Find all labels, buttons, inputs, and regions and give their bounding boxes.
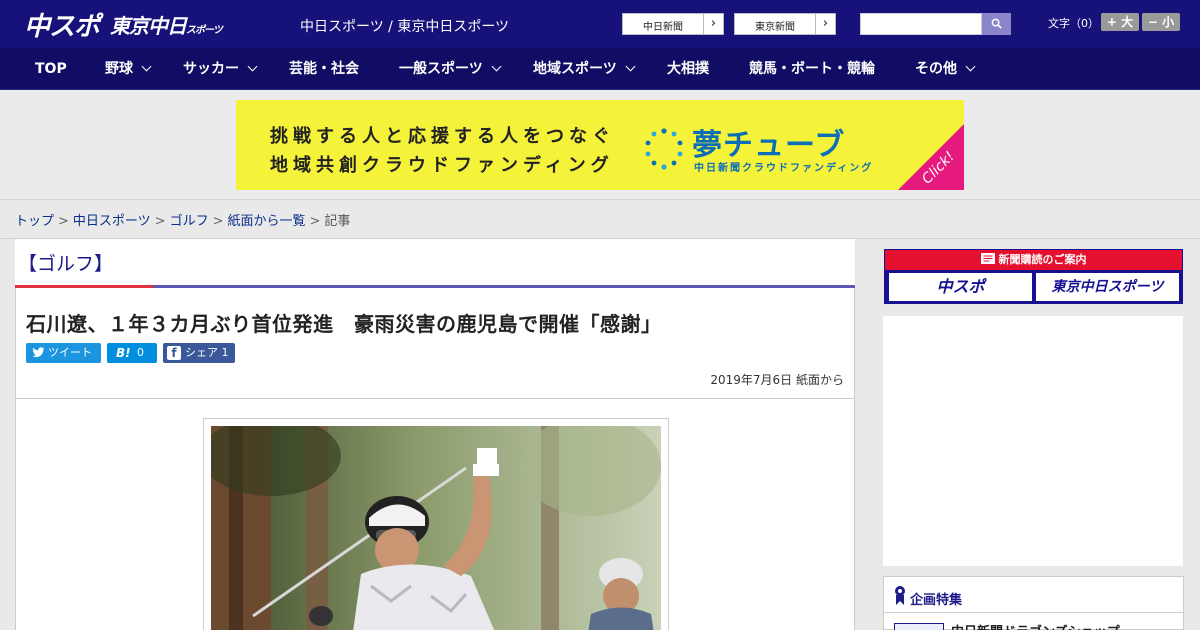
- nav-item-top[interactable]: TOP: [35, 48, 67, 90]
- feature-item-dragons-shop[interactable]: 中日新聞ドラゴンズショップ: [951, 621, 1120, 630]
- facebook-share-label: シェア 1: [185, 343, 229, 363]
- nav-label: その他: [915, 61, 957, 77]
- feature-thumbnail[interactable]: [894, 623, 944, 630]
- tweet-button[interactable]: ツイート: [26, 343, 101, 363]
- nav-label: 野球: [105, 61, 133, 77]
- facebook-share-count: 1: [221, 346, 229, 359]
- font-bigger-button[interactable]: + 大: [1101, 13, 1139, 31]
- breadcrumb-separator: >: [58, 214, 69, 229]
- chuspo-logo[interactable]: 中スポ: [24, 6, 100, 43]
- facebook-share-button[interactable]: f シェア 1: [163, 343, 235, 363]
- category-title: 【ゴルフ】: [18, 253, 114, 275]
- breadcrumb-separator: >: [154, 214, 166, 229]
- nav-item-other[interactable]: その他: [915, 48, 976, 90]
- chevron-right-icon: ›: [815, 14, 835, 34]
- dots-logo-icon: [645, 128, 683, 170]
- banner-brand: 夢チューブ: [692, 128, 846, 163]
- breadcrumb: トップ > 中日スポーツ > ゴルフ > 紙面から一覧 > 記事: [15, 210, 350, 229]
- nav-label: サッカー: [183, 61, 239, 77]
- article-header: 石川遼、１年３カ月ぶり首位発進 豪雨災害の鹿児島で開催「感謝」 ツイート B! …: [15, 288, 855, 399]
- chunichi-shimbun-link[interactable]: 中日新聞 ›: [622, 13, 724, 35]
- tokyo-shimbun-label: 東京新聞: [755, 22, 795, 33]
- newspaper-icon: [980, 253, 995, 264]
- nav-item-local-sports[interactable]: 地域スポーツ: [533, 48, 636, 90]
- nav-item-racing[interactable]: 競馬・ボート・競輪: [749, 48, 875, 90]
- banner-line-1: 挑戦する人と応援する人をつなぐ: [270, 126, 615, 147]
- chevron-down-icon: [625, 61, 636, 72]
- chevron-down-icon: [141, 61, 152, 72]
- nav-label: 地域スポーツ: [533, 61, 617, 77]
- article-column: 【ゴルフ】 石川遼、１年３カ月ぶり首位発進 豪雨災害の鹿児島で開催「感謝」 ツイ…: [15, 239, 855, 630]
- crowdfunding-banner[interactable]: 挑戦する人と応援する人をつなぐ 地域共創クラウドファンディング 夢チューブ 中日…: [236, 100, 964, 190]
- subscribe-chuspo-button[interactable]: 中スポ: [889, 273, 1032, 301]
- breadcrumb-top[interactable]: トップ: [15, 214, 54, 229]
- hatena-icon: B!: [116, 346, 131, 360]
- subscription-box: 新聞購読のご案内 中スポ 東京中日スポーツ: [884, 249, 1183, 304]
- facebook-icon: f: [167, 346, 181, 360]
- feature-box: 企画特集 中日新聞ドラゴンズショップ: [883, 576, 1184, 630]
- banner-line-2: 地域共創クラウドファンディング: [270, 155, 614, 176]
- tweet-label: ツイート: [48, 346, 92, 359]
- nav-item-sumo[interactable]: 大相撲: [667, 48, 709, 90]
- font-size-label: 文字（0）: [1048, 17, 1099, 30]
- search-input[interactable]: [860, 13, 982, 35]
- breadcrumb-chunichi-sports[interactable]: 中日スポーツ: [73, 214, 151, 229]
- nav-item-soccer[interactable]: サッカー: [183, 48, 258, 90]
- top-bar: 中スポ 東京中日スポーツ 中日スポーツ / 東京中日スポーツ 中日新聞 › 東京…: [0, 0, 1200, 48]
- article-headline: 石川遼、１年３カ月ぶり首位発進 豪雨災害の鹿児島で開催「感謝」: [26, 312, 662, 336]
- breadcrumb-current: 記事: [324, 214, 351, 229]
- nav-label: TOP: [35, 61, 67, 77]
- article-body: [15, 399, 855, 630]
- subscribe-tokyo-chunichi-button[interactable]: 東京中日スポーツ: [1036, 273, 1179, 301]
- hatena-bookmark-button[interactable]: B! 0: [107, 343, 157, 363]
- breadcrumb-golf[interactable]: ゴルフ: [170, 214, 209, 229]
- nav-item-entertainment[interactable]: 芸能・社会: [289, 48, 359, 90]
- nav-label: 大相撲: [667, 61, 709, 77]
- breadcrumb-separator: >: [309, 214, 321, 229]
- breadcrumb-paper-list[interactable]: 紙面から一覧: [228, 214, 306, 229]
- golfer-photo-image: [211, 426, 661, 630]
- tokyo-shimbun-link[interactable]: 東京新聞 ›: [734, 13, 836, 35]
- feature-header: 企画特集: [884, 577, 1183, 613]
- chevron-down-icon: [247, 61, 258, 72]
- nav-label: 芸能・社会: [289, 61, 359, 77]
- chunichi-shimbun-label: 中日新聞: [643, 22, 683, 33]
- nav-item-general-sports[interactable]: 一般スポーツ: [399, 48, 502, 90]
- nav-label: 一般スポーツ: [399, 61, 483, 77]
- chevron-down-icon: [491, 61, 502, 72]
- article-photo[interactable]: [203, 418, 669, 630]
- sidebar-ad[interactable]: [883, 316, 1183, 566]
- article-dateline: 2019年7月6日 紙面から: [710, 373, 844, 387]
- nav-label: 競馬・ボート・競輪: [749, 61, 875, 77]
- tokyo-logo-suffix: スポーツ: [186, 25, 223, 36]
- search-button[interactable]: [982, 13, 1011, 35]
- feature-title: 企画特集: [910, 593, 963, 608]
- search-icon: [991, 18, 1002, 29]
- font-smaller-button[interactable]: − 小: [1142, 13, 1180, 31]
- chevron-down-icon: [965, 61, 976, 72]
- twitter-icon: [32, 347, 45, 358]
- breadcrumb-separator: >: [212, 214, 224, 229]
- main-nav: TOP 野球 サッカー 芸能・社会 一般スポーツ 地域スポーツ 大相撲 競馬・ボ…: [0, 48, 1200, 90]
- ribbon-icon: [895, 586, 905, 605]
- ad-band: 挑戦する人と応援する人をつなぐ 地域共創クラウドファンディング 夢チューブ 中日…: [0, 90, 1200, 200]
- nav-item-baseball[interactable]: 野球: [105, 48, 152, 90]
- chevron-right-icon: ›: [703, 14, 723, 34]
- tokyo-chunichi-logo[interactable]: 東京中日スポーツ: [110, 10, 223, 39]
- site-names: 中日スポーツ / 東京中日スポーツ: [300, 19, 510, 35]
- subscription-title: 新聞購読のご案内: [998, 253, 1087, 266]
- subscription-header: 新聞購読のご案内: [885, 250, 1182, 270]
- banner-brand-sub: 中日新聞クラウドファンディング: [694, 163, 874, 174]
- tokyo-logo-text: 東京中日: [110, 14, 187, 38]
- hatena-count: 0: [137, 346, 144, 359]
- facebook-share-text: シェア: [185, 346, 218, 359]
